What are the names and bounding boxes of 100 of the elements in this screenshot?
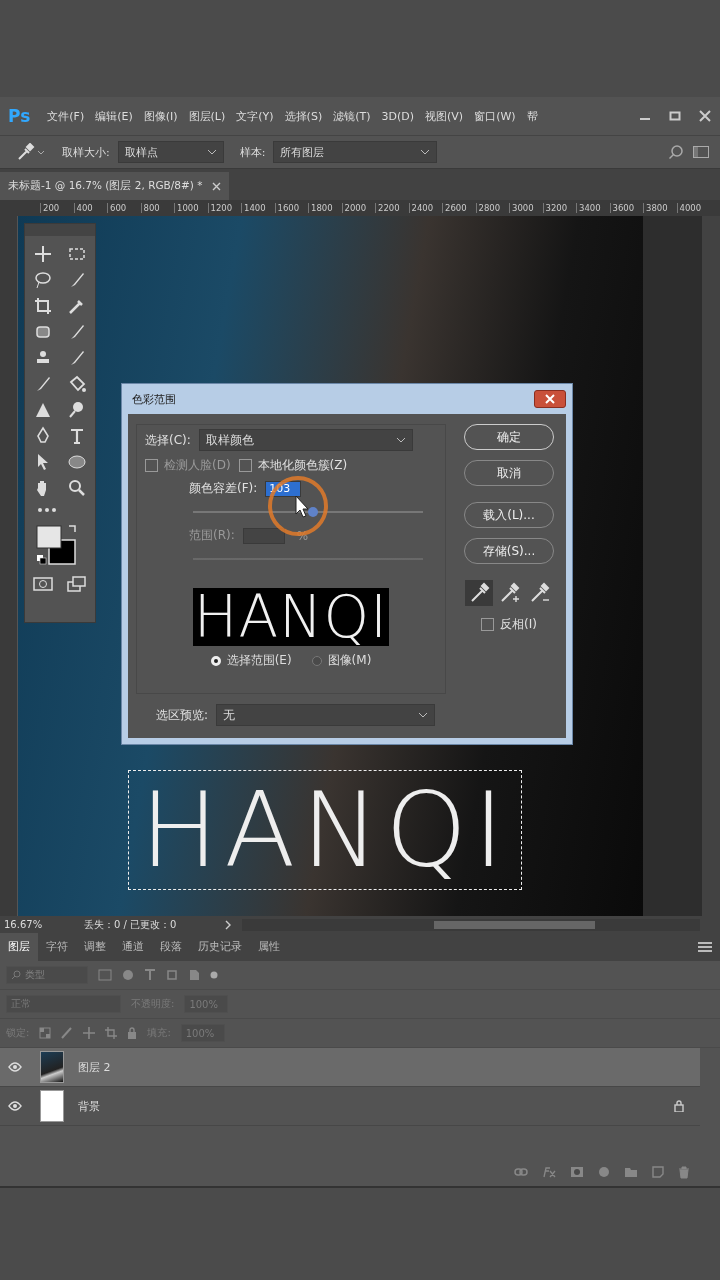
zoom-tool-icon[interactable] bbox=[67, 478, 87, 498]
panel-tab[interactable]: 通道 bbox=[114, 933, 152, 961]
filter-toggle-icon[interactable] bbox=[210, 971, 218, 979]
ruler-label: 200 bbox=[40, 203, 74, 213]
ruler-label: 3000 bbox=[509, 203, 543, 213]
canvas-text: HANQI bbox=[140, 778, 510, 882]
move-tool-icon[interactable] bbox=[33, 244, 53, 264]
menu-item[interactable]: 帮 bbox=[526, 108, 538, 124]
sample-label: 样本: bbox=[239, 144, 266, 160]
close-icon bbox=[545, 394, 555, 404]
more-tools-icon[interactable] bbox=[37, 506, 57, 514]
menu-item[interactable]: 文件(F) bbox=[47, 108, 85, 124]
menu-item[interactable]: 文字(Y) bbox=[236, 108, 274, 124]
ruler-label: 2200 bbox=[375, 203, 409, 213]
invert-checkbox[interactable]: 反相(I) bbox=[481, 616, 537, 633]
ellipse-tool-icon[interactable] bbox=[67, 452, 87, 472]
blank-thumbnail bbox=[40, 1090, 64, 1122]
lasso-tool-icon[interactable] bbox=[33, 270, 53, 290]
localized-clusters-checkbox[interactable]: 本地化颜色簇(Z) bbox=[238, 457, 348, 474]
fuzziness-label: 颜色容差(F): bbox=[189, 480, 258, 497]
workspace-icon[interactable] bbox=[692, 144, 710, 160]
layer-name: 图层 2 bbox=[78, 1059, 111, 1075]
panel-tab[interactable]: 图层 bbox=[0, 933, 38, 961]
menu-item[interactable]: 窗口(W) bbox=[474, 108, 516, 124]
select-dropdown[interactable]: 取样颜色 bbox=[198, 429, 413, 451]
dialog-button[interactable]: 存储(S)... bbox=[464, 538, 554, 564]
panel-tab[interactable]: 属性 bbox=[250, 933, 288, 961]
selection-preview-dropdown[interactable]: 无 bbox=[216, 704, 436, 726]
document-tab[interactable]: 未标题-1 @ 16.7% (图层 2, RGB/8#) * bbox=[0, 172, 230, 200]
select-label: 选择(C): bbox=[145, 431, 191, 449]
view-radio[interactable]: 选择范围(E) bbox=[210, 652, 292, 669]
ruler-label: 800 bbox=[140, 203, 174, 213]
caret-icon bbox=[418, 712, 429, 718]
menu-item[interactable]: 图层(L) bbox=[188, 108, 226, 124]
ruler-label: 2800 bbox=[475, 203, 509, 213]
horizontal-scrollbar[interactable] bbox=[242, 918, 700, 931]
ruler-label: 3600 bbox=[609, 203, 643, 213]
ruler-label: 4000 bbox=[676, 203, 710, 213]
caret-icon bbox=[206, 149, 217, 155]
search-icon[interactable] bbox=[668, 144, 684, 160]
app-logo: Ps bbox=[8, 106, 31, 126]
ruler-label: 1000 bbox=[174, 203, 208, 213]
sample-size-dropdown[interactable]: 取样点 bbox=[117, 141, 224, 163]
panel-tab[interactable]: 调整 bbox=[76, 933, 114, 961]
eye-icon[interactable] bbox=[8, 1101, 22, 1111]
sample-dropdown[interactable]: 所有图层 bbox=[273, 141, 438, 163]
view-radio[interactable]: 图像(M) bbox=[311, 652, 372, 669]
menu-item[interactable]: 图像(I) bbox=[143, 108, 178, 124]
ruler-label: 1400 bbox=[241, 203, 275, 213]
photo-thumbnail bbox=[40, 1051, 64, 1083]
ruler-label: 3400 bbox=[576, 203, 610, 213]
ruler-label: 400 bbox=[73, 203, 107, 213]
ruler-label: 2600 bbox=[442, 203, 476, 213]
ruler-label: 2000 bbox=[341, 203, 375, 213]
eyedropper-icon[interactable] bbox=[465, 580, 493, 606]
ruler-label: 1200 bbox=[207, 203, 241, 213]
eyedropper-icon[interactable] bbox=[16, 143, 46, 161]
menu-item[interactable]: 视图(V) bbox=[425, 108, 464, 124]
zoom-level: 16.67% bbox=[4, 919, 44, 930]
ruler-label: 1600 bbox=[274, 203, 308, 213]
menu-item[interactable]: 编辑(E) bbox=[95, 108, 133, 124]
quick-mask-icon[interactable] bbox=[33, 576, 53, 592]
menu-item[interactable]: 3D(D) bbox=[381, 109, 415, 123]
sample-size-label: 取样大小: bbox=[62, 144, 110, 160]
close-icon bbox=[212, 181, 222, 191]
mask-icon[interactable] bbox=[570, 1166, 584, 1178]
caret-icon bbox=[395, 437, 406, 443]
selection-preview-label: 选区预览: bbox=[156, 706, 209, 724]
range-label: 范围(R): bbox=[189, 527, 235, 544]
menu-item[interactable]: 选择(S) bbox=[284, 108, 323, 124]
ruler-label: 2400 bbox=[408, 203, 442, 213]
ruler-label: 3800 bbox=[643, 203, 677, 213]
panel-tab[interactable]: 字符 bbox=[38, 933, 76, 961]
caret-icon bbox=[420, 149, 431, 155]
ruler-label: 1800 bbox=[308, 203, 342, 213]
chevron-right-icon[interactable] bbox=[224, 919, 232, 930]
screen-mode-icon[interactable] bbox=[67, 576, 87, 592]
dialog-button[interactable]: 取消 bbox=[464, 460, 554, 486]
ruler-label: 3200 bbox=[542, 203, 576, 213]
menu-item[interactable]: 滤镜(T) bbox=[333, 108, 371, 124]
status-info: 丢失：0 / 已更改：0 bbox=[84, 917, 178, 932]
panel-tab[interactable]: 历史记录 bbox=[190, 933, 250, 961]
dialog-title: 色彩范围 bbox=[132, 391, 176, 407]
panel-tab[interactable]: 段落 bbox=[152, 933, 190, 961]
eye-icon[interactable] bbox=[8, 1062, 22, 1072]
layer-name: 背景 bbox=[78, 1098, 100, 1114]
layer-row[interactable]: 图层 2 bbox=[0, 1048, 700, 1087]
dialog-button[interactable]: 确定 bbox=[464, 424, 554, 450]
search-icon bbox=[11, 970, 21, 980]
maximize-icon[interactable] bbox=[668, 109, 682, 123]
crop-tool-icon[interactable] bbox=[33, 296, 53, 316]
ruler-label: 600 bbox=[107, 203, 141, 213]
layer-row[interactable]: 背景 bbox=[0, 1087, 700, 1126]
panel-menu-icon[interactable] bbox=[698, 942, 712, 952]
bucket-tool-icon[interactable] bbox=[67, 374, 87, 394]
close-button[interactable] bbox=[534, 390, 566, 408]
click-highlight-icon bbox=[266, 474, 330, 538]
dialog-button[interactable]: 载入(L)... bbox=[464, 502, 554, 528]
preview-text: HANQI bbox=[193, 588, 389, 646]
close-icon[interactable] bbox=[698, 109, 712, 123]
